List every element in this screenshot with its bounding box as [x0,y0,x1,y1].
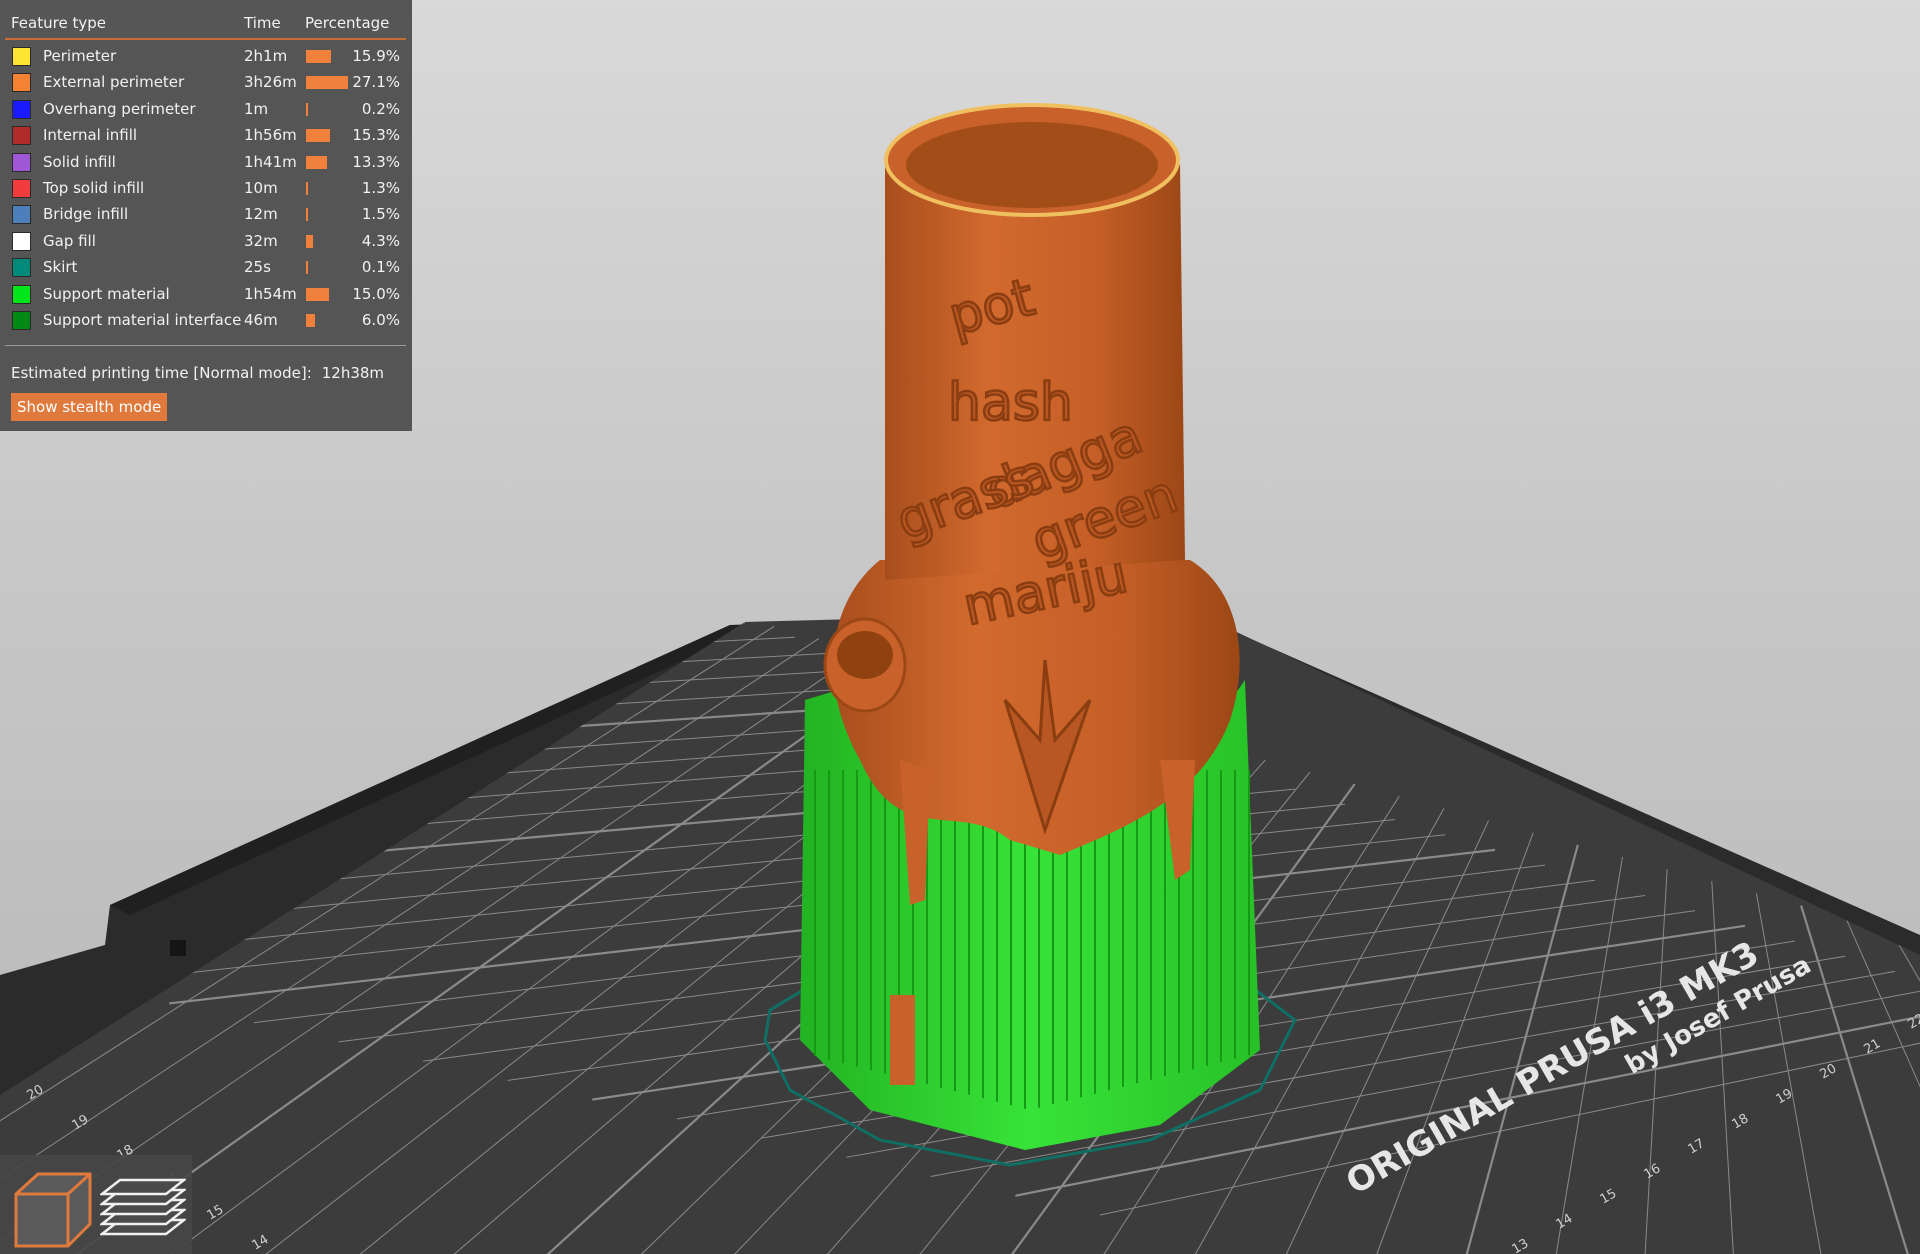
feature-name: Top solid infill [43,179,145,197]
legend-row: Perimeter 2h1m 15.9% [0,46,412,72]
percentage-bar [306,314,316,327]
header-time: Time [244,14,281,32]
feature-name: Gap fill [43,231,96,250]
header-feature-type: Feature type [11,14,106,32]
feature-name: Solid infill [43,152,116,171]
cube-icon [14,1172,92,1248]
feature-time: 1h54m [244,284,297,303]
percentage-bar [306,208,309,222]
color-swatch [12,284,31,304]
color-swatch [12,311,31,330]
estimated-time-value: 12h38m [321,364,385,382]
percentage-bar [306,234,313,248]
feature-time: 25s [244,258,271,277]
color-swatch [12,205,31,225]
legend-row: Support material interface 46m 6.0% [0,310,412,336]
feature-percentage: 6.0% [361,311,400,329]
feature-name: External perimeter [43,73,185,92]
feature-percentage: 27.1% [352,73,400,92]
feature-time: 12m [244,205,278,224]
feature-time: 1h56m [244,126,297,145]
feature-legend: Feature type Time Percentage Perimeter 2h… [0,0,412,431]
feature-time: 10m [244,179,278,197]
percentage-bar [306,155,327,169]
estimated-time-label: Estimated printing time [Normal mode]: [11,364,312,382]
feature-time: 1h41m [244,152,297,171]
percentage-bar [306,129,330,143]
legend-row: External perimeter 3h26m 27.1% [0,72,412,98]
legend-row: Support material 1h54m 15.0% [0,284,412,310]
layers-view-button[interactable] [98,1164,188,1250]
feature-percentage: 1.3% [361,179,400,197]
percentage-bar [306,261,308,275]
legend-row: Overhang perimeter 1m 0.2% [0,99,412,125]
feature-percentage: 15.0% [352,284,400,303]
show-stealth-mode-button[interactable]: Show stealth mode [11,393,168,421]
color-swatch [12,179,31,198]
feature-name: Skirt [43,258,78,277]
percentage-bar [306,287,330,301]
legend-header: Feature type Time Percentage [11,14,406,40]
legend-row: Internal infill 1h56m 15.3% [0,125,412,151]
feature-percentage: 13.3% [352,152,400,171]
estimated-time: Estimated printing time [Normal mode]: 12… [11,364,384,382]
layers-icon [98,1178,188,1236]
3d-view-button[interactable] [8,1164,94,1250]
color-swatch [12,152,31,172]
feature-name: Support material interface [43,311,242,329]
legend-row: Solid infill 1h41m 13.3% [0,152,412,178]
percentage-bar [306,182,308,195]
feature-name: Overhang perimeter [43,99,196,118]
feature-percentage: 4.3% [361,231,400,250]
color-swatch [12,47,31,66]
legend-row: Top solid infill 10m 1.3% [0,178,412,204]
feature-percentage: 15.9% [352,47,400,65]
color-swatch [12,231,31,251]
color-swatch [12,126,31,146]
engraved-word: hash [948,373,1073,433]
feature-percentage: 15.3% [352,126,400,145]
feature-name: Support material [43,284,170,303]
feature-name: Internal infill [43,126,138,145]
feature-time: 1m [244,99,269,118]
percentage-bar [306,102,308,116]
feature-percentage: 1.5% [361,205,400,224]
legend-row: Bridge infill 12m 1.5% [0,204,412,230]
feature-percentage: 0.1% [361,258,400,277]
legend-divider [5,345,406,346]
legend-row: Gap fill 32m 4.3% [0,231,412,257]
feature-time: 46m [244,311,278,329]
vase-model: pot hash dagga grass green mariju [823,103,1240,905]
color-swatch [12,99,31,119]
color-swatch [12,258,31,278]
feature-name: Perimeter [43,47,117,65]
view-toolbar [0,1155,192,1254]
legend-row: Skirt 25s 0.1% [0,257,412,283]
header-percentage: Percentage [305,14,390,32]
feature-time: 2h1m [244,47,288,65]
legend-divider [5,38,406,40]
feature-name: Bridge infill [43,205,129,224]
feature-time: 32m [244,231,278,250]
percentage-bar [306,50,331,63]
color-swatch [12,73,31,93]
feature-time: 3h26m [244,73,297,92]
feature-percentage: 0.2% [361,99,400,118]
